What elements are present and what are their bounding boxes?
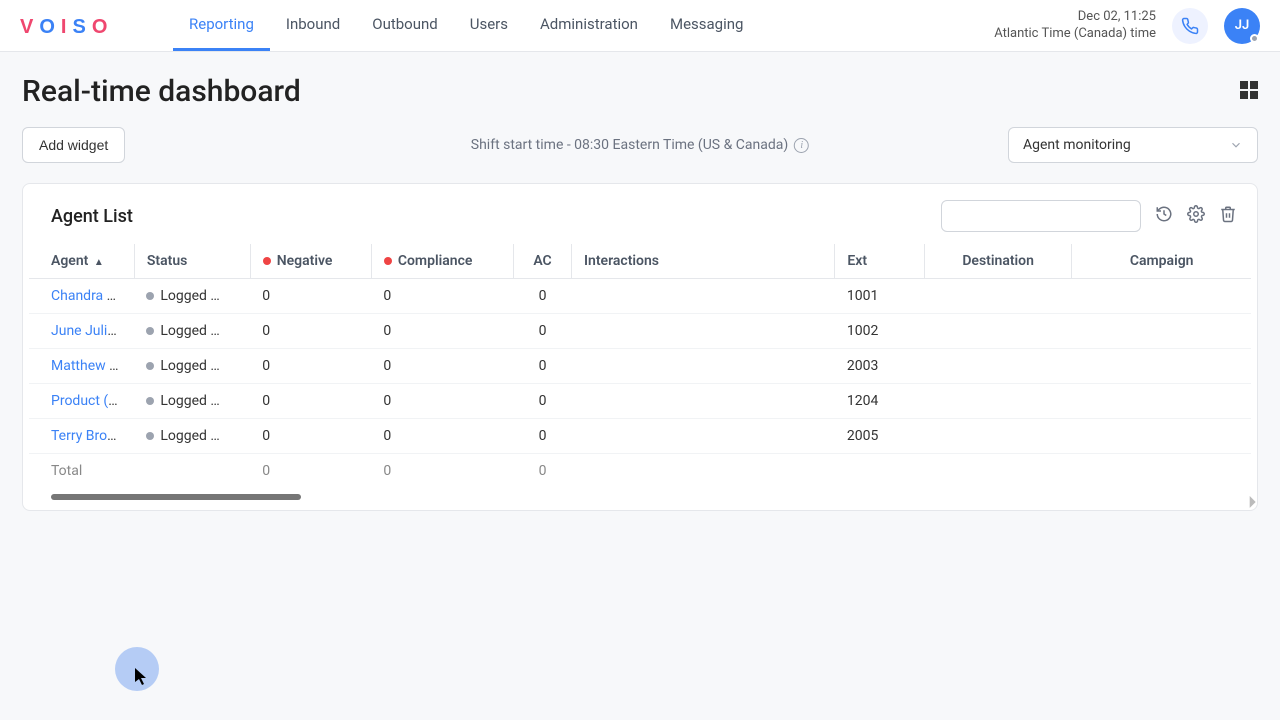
status-dot-icon xyxy=(146,432,154,440)
col-campaign[interactable]: Campaign xyxy=(1072,244,1251,279)
search-input[interactable] xyxy=(941,200,1141,232)
agent-link[interactable]: Terry Brown xyxy=(51,428,125,444)
table-row: June JulietteLogged …0001002 xyxy=(29,314,1251,349)
sort-asc-icon: ▲ xyxy=(94,257,104,268)
col-status[interactable]: Status xyxy=(134,244,250,279)
col-negative[interactable]: Negative xyxy=(250,244,371,279)
settings-button[interactable] xyxy=(1187,205,1205,227)
avatar-initials: JJ xyxy=(1235,18,1250,33)
col-agent[interactable]: Agent ▲ xyxy=(29,244,134,279)
svg-text:VOISO: VOISO xyxy=(20,16,113,37)
table-row: Matthew W…Logged …0002003 xyxy=(29,349,1251,384)
col-interactions[interactable]: Interactions xyxy=(572,244,835,279)
layout-grid-button[interactable] xyxy=(1240,81,1258,103)
table-row: Product (E.B.)Logged …0001204 xyxy=(29,384,1251,419)
col-ext[interactable]: Ext xyxy=(835,244,925,279)
status-dot-icon xyxy=(146,362,154,370)
status-dot-icon xyxy=(146,397,154,405)
cursor-highlight xyxy=(115,647,159,691)
red-dot-icon xyxy=(384,257,392,265)
col-compliance[interactable]: Compliance xyxy=(371,244,513,279)
delete-button[interactable] xyxy=(1219,205,1237,227)
agent-link[interactable]: Chandra Ag… xyxy=(51,288,133,304)
total-row: Total000 xyxy=(29,454,1251,489)
add-widget-button[interactable]: Add widget xyxy=(22,127,125,163)
gear-icon xyxy=(1187,205,1205,223)
top-bar: VOISO ReportingInboundOutboundUsersAdmin… xyxy=(0,0,1280,52)
nav-outbound[interactable]: Outbound xyxy=(356,0,454,51)
page-title: Real-time dashboard xyxy=(22,74,301,109)
trash-icon xyxy=(1219,205,1237,223)
chevron-down-icon xyxy=(1229,138,1243,152)
dashboard-select-value: Agent monitoring xyxy=(1023,137,1131,153)
status-dot-icon xyxy=(146,327,154,335)
history-icon xyxy=(1155,205,1173,223)
agent-table: Agent ▲ Status Negative Compliance AC In… xyxy=(29,244,1251,488)
agent-link[interactable]: Matthew W… xyxy=(51,358,130,374)
nav-administration[interactable]: Administration xyxy=(524,0,654,51)
main-nav: ReportingInboundOutboundUsersAdministrat… xyxy=(173,0,759,51)
cursor-icon xyxy=(135,668,149,686)
col-destination[interactable]: Destination xyxy=(924,244,1071,279)
presence-dot-icon xyxy=(1250,34,1259,43)
date-text: Dec 02, 11:25 xyxy=(994,9,1156,26)
status-dot-icon xyxy=(146,292,154,300)
agent-link[interactable]: Product (E.B.) xyxy=(51,393,134,409)
phone-icon xyxy=(1181,17,1199,35)
info-icon[interactable]: i xyxy=(794,138,809,153)
clock-block: Dec 02, 11:25 Atlantic Time (Canada) tim… xyxy=(994,9,1156,43)
shift-start-text: Shift start time - 08:30 Eastern Time (U… xyxy=(471,137,809,153)
widget-title: Agent List xyxy=(51,206,133,227)
col-ac[interactable]: AC xyxy=(514,244,572,279)
horizontal-scrollbar[interactable] xyxy=(51,494,1251,500)
phone-button[interactable] xyxy=(1172,8,1208,44)
tz-text: Atlantic Time (Canada) time xyxy=(994,26,1156,43)
red-dot-icon xyxy=(263,257,271,265)
table-row: Terry BrownLogged …0002005 xyxy=(29,419,1251,454)
history-button[interactable] xyxy=(1155,205,1173,227)
nav-inbound[interactable]: Inbound xyxy=(270,0,356,51)
nav-users[interactable]: Users xyxy=(454,0,524,51)
nav-reporting[interactable]: Reporting xyxy=(173,0,270,51)
table-row: Chandra Ag…Logged …0001001 xyxy=(29,279,1251,314)
scrollbar-thumb[interactable] xyxy=(51,494,301,500)
user-avatar[interactable]: JJ xyxy=(1224,8,1260,44)
grid-icon xyxy=(1240,81,1258,99)
dashboard-select[interactable]: Agent monitoring xyxy=(1008,127,1258,163)
nav-messaging[interactable]: Messaging xyxy=(654,0,759,51)
logo: VOISO xyxy=(20,15,128,37)
agent-list-widget: Agent List xyxy=(22,183,1258,511)
agent-link[interactable]: June Juliette xyxy=(51,323,131,339)
